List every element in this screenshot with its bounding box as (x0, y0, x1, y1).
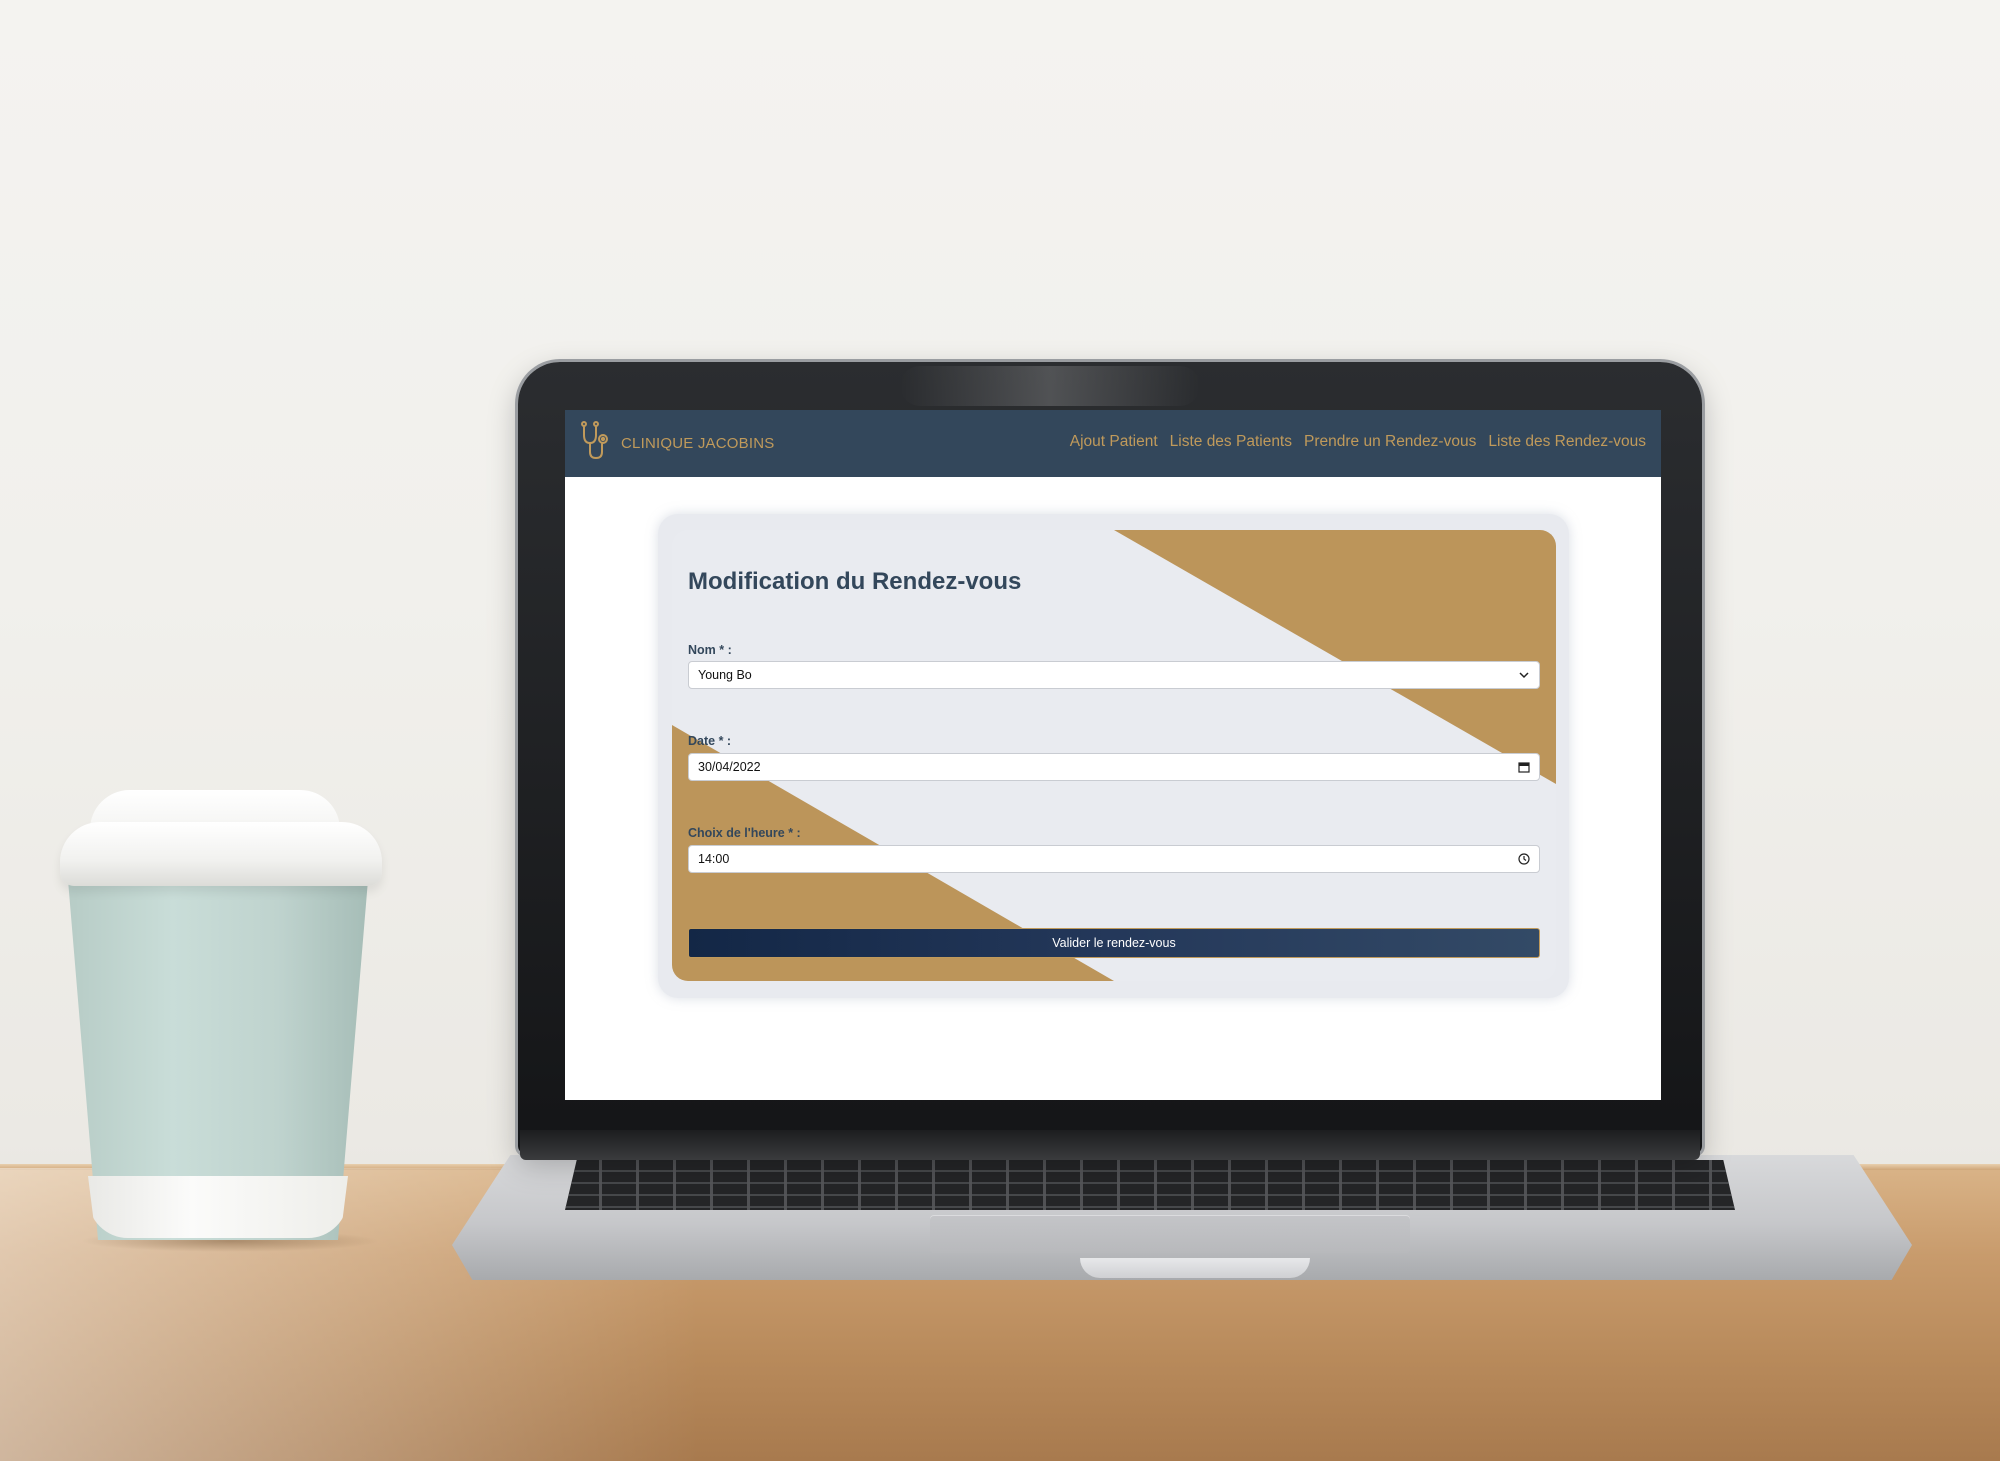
chevron-down-icon (1517, 668, 1531, 682)
name-label: Nom * : (688, 643, 732, 657)
time-input[interactable]: 14:00 (688, 845, 1540, 873)
nav-link-prendre-rendez-vous[interactable]: Prendre un Rendez-vous (1304, 433, 1476, 451)
laptop-keyboard-rows (565, 1160, 1735, 1210)
appointment-form-card: Modification du Rendez-vous Nom * : Youn… (672, 530, 1556, 981)
nav-link-liste-rendez-vous[interactable]: Liste des Rendez-vous (1488, 433, 1646, 451)
nav-links: Ajout Patient Liste des Patients Prendre… (1070, 433, 1646, 451)
laptop-trackpad (930, 1215, 1410, 1253)
nav-link-ajout-patient[interactable]: Ajout Patient (1070, 433, 1158, 451)
coffee-cup-base-band (88, 1176, 348, 1238)
patient-name-select[interactable]: Young Bo (688, 661, 1540, 689)
submit-appointment-button[interactable]: Valider le rendez-vous (688, 928, 1540, 958)
clock-icon[interactable] (1517, 852, 1531, 866)
coffee-cup-lid (60, 822, 382, 886)
laptop-hinge (520, 1130, 1700, 1160)
laptop-base-notch (1080, 1258, 1310, 1278)
date-input[interactable]: 30/04/2022 (688, 753, 1540, 781)
stethoscope-icon (581, 420, 615, 466)
form-title: Modification du Rendez-vous (688, 568, 1022, 595)
calendar-icon[interactable] (1517, 760, 1531, 774)
brand-name: CLINIQUE JACOBINS (621, 434, 775, 452)
time-value: 14:00 (698, 852, 730, 866)
time-label: Choix de l'heure * : (688, 826, 801, 840)
patient-name-value: Young Bo (698, 668, 752, 682)
brand-link[interactable]: CLINIQUE JACOBINS (581, 420, 775, 466)
laptop-lid-glare (900, 366, 1200, 406)
navbar: CLINIQUE JACOBINS Ajout Patient Liste de… (565, 410, 1661, 477)
date-value: 30/04/2022 (698, 760, 761, 774)
nav-link-liste-patients[interactable]: Liste des Patients (1170, 433, 1292, 451)
laptop-screen: CLINIQUE JACOBINS Ajout Patient Liste de… (565, 410, 1661, 1100)
date-label: Date * : (688, 734, 732, 748)
